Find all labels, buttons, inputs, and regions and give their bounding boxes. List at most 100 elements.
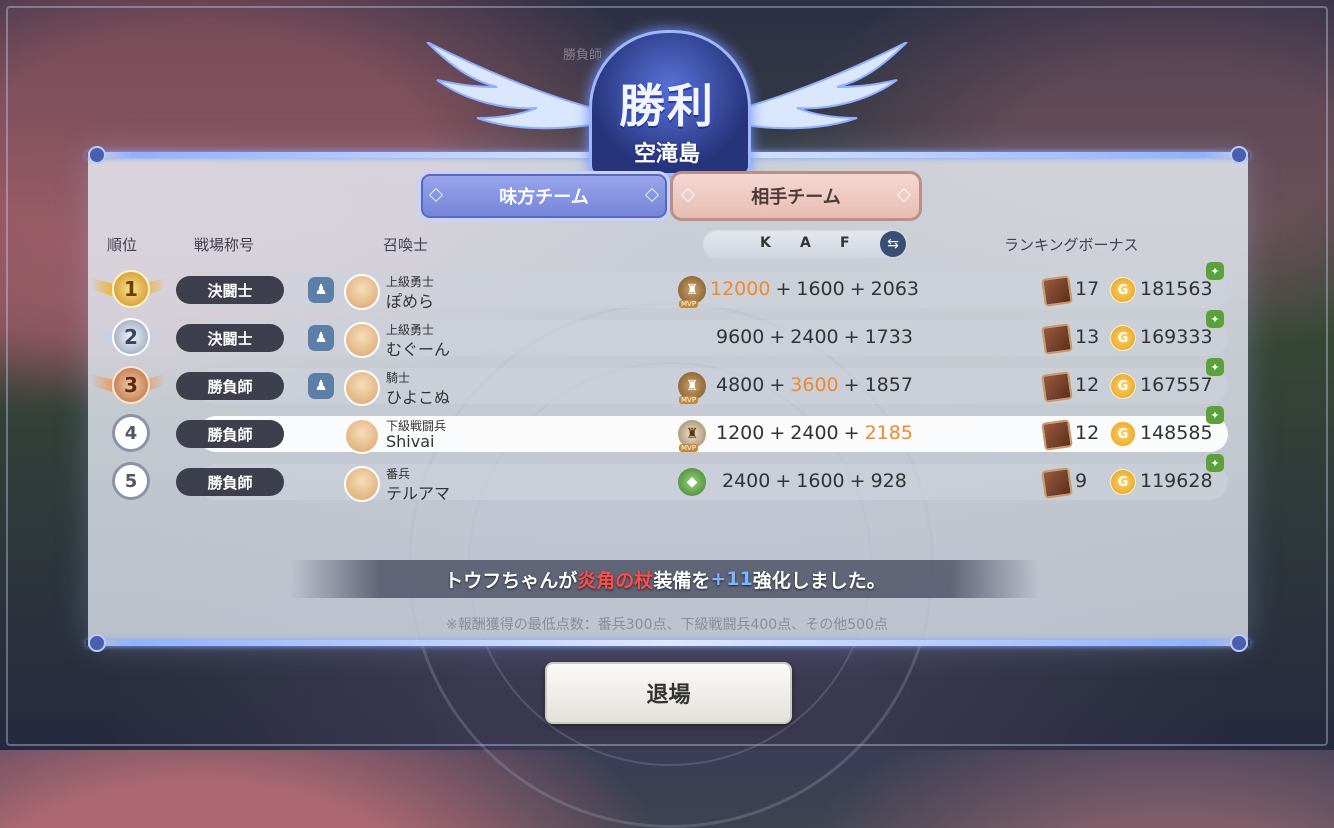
- rank-medal: 4: [112, 414, 150, 452]
- score-a: 1600: [796, 278, 845, 300]
- battle-title-badge: 勝負師: [176, 372, 284, 400]
- column-header-k: K: [760, 235, 771, 251]
- score-a: 2400: [790, 422, 839, 444]
- map-name: 空滝島: [633, 142, 700, 167]
- message-part-3: 強化しました。: [752, 569, 886, 592]
- rank-medal: 2: [112, 318, 150, 356]
- plus-sign: +: [843, 422, 860, 444]
- battle-title-badge: 勝負師: [176, 468, 284, 496]
- player-name: ひよこぬ: [386, 388, 451, 407]
- mvp-label: MVP: [679, 396, 699, 404]
- player-avatar: [344, 466, 380, 502]
- score-f: 928: [870, 470, 907, 492]
- plus-sign: +: [775, 278, 792, 300]
- bonus-leaf-icon: ✦: [1206, 310, 1224, 328]
- chest-count: 13: [1075, 326, 1100, 348]
- plus-sign: +: [775, 470, 792, 492]
- plus-sign: +: [769, 326, 786, 348]
- treasure-chest-icon: [1041, 371, 1073, 403]
- rank-medal: 5: [112, 462, 150, 500]
- coin-amount: 181563: [1140, 278, 1213, 300]
- party-icon: ♟: [308, 373, 334, 399]
- swap-stats-button[interactable]: ⇆: [880, 231, 906, 257]
- kaf-scores: 1200 +2400 +2185: [716, 422, 913, 444]
- ranking-row[interactable]: 3 勝負師 ♟ 騎士 ひよこぬ ♜ MVP 4800 +3600 +1857 12 G 167557 ✦: [90, 358, 1230, 407]
- player-name: Shivai: [386, 432, 435, 451]
- player-avatar: [344, 322, 380, 358]
- treasure-chest-icon: [1041, 467, 1073, 499]
- plus-sign: +: [769, 374, 786, 396]
- coin-amount: 148585: [1140, 422, 1213, 444]
- coin-amount: 169333: [1140, 326, 1213, 348]
- tab-enemy-label: 相手チーム: [751, 187, 841, 208]
- leaf-badge-icon: ◆: [678, 468, 706, 496]
- kaf-header: K A F ⇆: [702, 229, 908, 259]
- bonus-leaf-icon: ✦: [1206, 406, 1224, 424]
- score-k: 1200: [716, 422, 765, 444]
- kaf-scores: 4800 +3600 +1857: [716, 374, 913, 396]
- player-name: むぐーん: [386, 340, 451, 359]
- player-avatar: [344, 274, 380, 310]
- column-header-rank: 順位: [107, 236, 138, 254]
- rank-medal: 3: [112, 366, 150, 404]
- score-f: 2185: [864, 422, 913, 444]
- score-k: 2400: [722, 470, 771, 492]
- party-icon: ♟: [308, 277, 334, 303]
- message-item: 炎角の杖: [577, 569, 654, 592]
- tab-enemy-team[interactable]: 相手チーム: [670, 171, 922, 221]
- rank-medal: 1: [112, 270, 150, 308]
- tab-ally-label: 味方チーム: [499, 187, 589, 208]
- column-header-f: F: [840, 235, 850, 251]
- score-k: 12000: [710, 278, 771, 300]
- player-avatar: [344, 418, 380, 454]
- chest-count: 9: [1075, 470, 1088, 492]
- enhancement-message: トウフちゃんが 炎角の杖 装備を +11 強化しました。: [290, 560, 1040, 598]
- chest-count: 12: [1075, 374, 1100, 396]
- bonus-leaf-icon: ✦: [1206, 454, 1224, 472]
- score-k: 9600: [716, 326, 765, 348]
- victory-banner: 勝利 空滝島: [417, 20, 917, 176]
- coin-amount: 167557: [1140, 374, 1213, 396]
- column-header-bonus: ランキングボーナス: [1004, 236, 1139, 254]
- column-header-title: 戦場称号: [194, 236, 255, 254]
- panel-bottom-rail: [86, 634, 1250, 652]
- message-part-2: 装備を: [653, 569, 711, 592]
- bonus-leaf-icon: ✦: [1206, 358, 1224, 376]
- gold-coin-icon: G: [1110, 373, 1136, 399]
- ranking-row[interactable]: 4 勝負師 下級戦闘兵 Shivai ♜ MVP 1200 +2400 +2185 12 G 1485…: [108, 406, 1230, 454]
- score-a: 3600: [790, 374, 839, 396]
- chest-count: 12: [1075, 422, 1100, 444]
- ranking-row[interactable]: 2 決闘士 ♟ 上級勇士 むぐーん 9600 +2400 +1733 13 G 169333 ✦: [90, 310, 1230, 359]
- column-header-summoner: 召喚士: [383, 236, 429, 254]
- kaf-scores: 2400 +1600 +928: [722, 470, 907, 492]
- column-header-a: A: [800, 235, 811, 251]
- mvp-badge-icon: ♜ MVP: [678, 372, 706, 404]
- gold-coin-icon: G: [1110, 325, 1136, 351]
- plus-sign: +: [849, 470, 866, 492]
- mvp-label: MVP: [679, 300, 699, 308]
- gold-coin-icon: G: [1110, 277, 1136, 303]
- reward-note: ※報酬獲得の最低点数：番兵300点、下級戦闘兵400点、その他500点: [446, 617, 888, 633]
- kaf-scores: 12000 +1600 +2063: [710, 278, 919, 300]
- score-a: 1600: [796, 470, 845, 492]
- exit-button[interactable]: 退場: [545, 662, 792, 724]
- message-level: +11: [710, 568, 753, 590]
- treasure-chest-icon: [1041, 323, 1073, 355]
- coin-amount: 119628: [1140, 470, 1213, 492]
- score-f: 1857: [864, 374, 913, 396]
- tab-ally-team[interactable]: 味方チーム: [418, 171, 670, 221]
- treasure-chest-icon: [1041, 419, 1073, 451]
- player-name: ぽめら: [386, 292, 435, 311]
- player-name: テルアマ: [386, 484, 451, 503]
- battle-title-badge: 決闘士: [176, 324, 284, 352]
- score-f: 1733: [864, 326, 913, 348]
- treasure-chest-icon: [1041, 275, 1073, 307]
- score-k: 4800: [716, 374, 765, 396]
- battle-title-badge: 決闘士: [176, 276, 284, 304]
- mvp-badge-icon: ♜ MVP: [678, 276, 706, 308]
- result-title: 勝利: [619, 79, 715, 133]
- player-avatar: [344, 370, 380, 406]
- plus-sign: +: [769, 422, 786, 444]
- ranking-row[interactable]: 1 決闘士 ♟ 上級勇士 ぽめら ♜ MVP 12000 +1600 +2063 17 G 181563…: [90, 262, 1230, 311]
- ranking-row[interactable]: 5 勝負師 番兵 テルアマ ◆ 2400 +1600 +928 9 G 119628 ✦: [108, 454, 1230, 503]
